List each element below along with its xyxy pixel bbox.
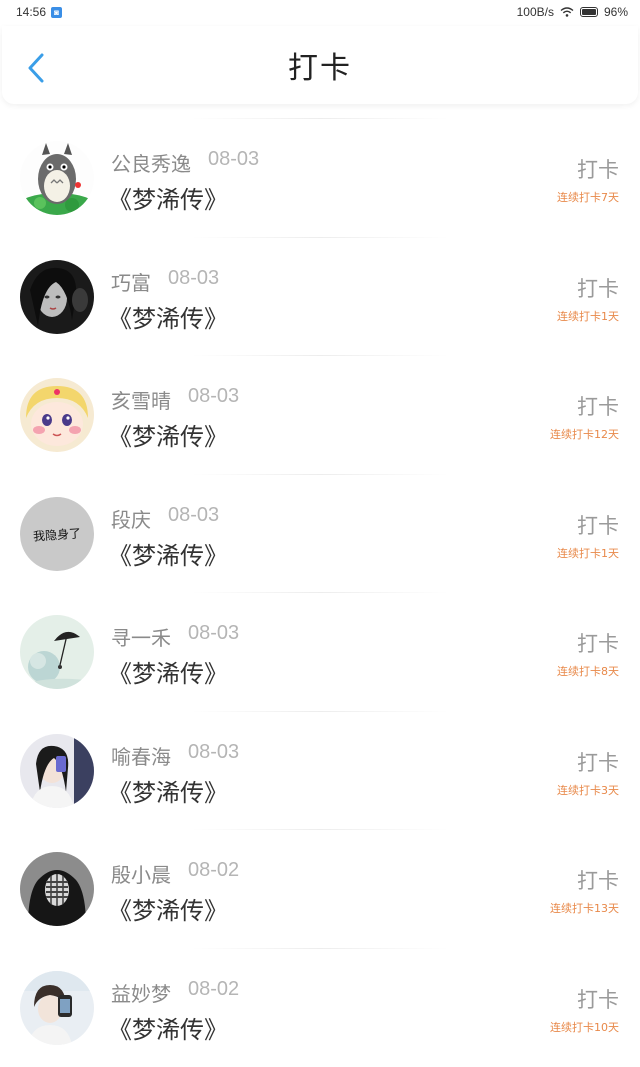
divider	[190, 829, 450, 830]
status-bar: 14:56 ◙ 100B/s 96%	[0, 0, 640, 24]
post-date: 08-02	[188, 977, 240, 1000]
list-item[interactable]: 益妙梦 08-02 《梦浠传》 打卡 连续打卡10天	[0, 947, 640, 1067]
user-name[interactable]: 亥雪晴	[111, 385, 171, 414]
checkin-label: 打卡	[577, 750, 619, 775]
status-left: 14:56 ◙	[16, 5, 63, 19]
streak-text: 连续打卡1天	[557, 309, 619, 323]
cartoon-girl-avatar[interactable]	[20, 378, 94, 452]
post-date: 08-03	[188, 385, 240, 407]
page-title: 打卡	[288, 51, 352, 86]
list-item[interactable]: 亥雪晴 08-03 《梦浠传》 打卡 连续打卡12天	[0, 355, 640, 474]
user-name[interactable]: 巧富	[111, 267, 151, 296]
divider	[190, 947, 450, 949]
list-item[interactable]: 殷小晨 08-02 《梦浠传》 打卡 连续打卡13天	[0, 829, 640, 948]
book-title[interactable]: 《梦浠传》	[108, 773, 228, 808]
mirror-selfie-avatar[interactable]	[20, 970, 94, 1045]
status-right: 100B/s 96%	[517, 5, 628, 19]
hooded-mask-avatar[interactable]	[20, 852, 94, 926]
divider	[190, 118, 450, 119]
checkin-label: 打卡	[577, 276, 619, 301]
status-time: 14:56	[16, 5, 47, 19]
post-date: 08-03	[188, 622, 240, 644]
checkin-label: 打卡	[577, 395, 619, 419]
post-date: 08-02	[188, 859, 240, 881]
back-button[interactable]	[22, 48, 50, 88]
list-item[interactable]: 公良秀逸 08-03 《梦浠传》 打卡 连续打卡7天	[0, 118, 640, 237]
list-item[interactable]: 我隐身了 段庆 08-03 《梦浠传》 打卡 连续打卡1天	[0, 473, 640, 593]
post-date: 08-03	[168, 266, 220, 289]
umbrella-avatar[interactable]	[20, 615, 94, 689]
selfie-avatar[interactable]	[20, 733, 94, 808]
divider	[190, 473, 450, 475]
book-title[interactable]: 《梦浠传》	[108, 891, 228, 926]
book-title[interactable]: 《梦浠传》	[108, 536, 228, 571]
list-item[interactable]: 寻一禾 08-03 《梦浠传》 打卡 连续打卡8天	[0, 592, 640, 711]
divider	[190, 710, 450, 712]
streak-text: 连续打卡3天	[557, 783, 619, 797]
divider	[190, 236, 450, 238]
totoro-avatar[interactable]	[20, 141, 94, 215]
list-item[interactable]: 喻春海 08-03 《梦浠传》 打卡 连续打卡3天	[0, 710, 640, 830]
post-date: 08-03	[208, 148, 260, 170]
divider	[190, 355, 450, 356]
user-name[interactable]: 公良秀逸	[111, 148, 191, 177]
checkin-label: 打卡	[577, 632, 619, 656]
battery-icon	[579, 7, 598, 17]
book-title[interactable]: 《梦浠传》	[108, 417, 228, 452]
checkin-label: 打卡	[577, 987, 619, 1012]
network-speed: 100B/s	[516, 5, 554, 19]
streak-text: 连续打卡1天	[557, 546, 619, 560]
list-item[interactable]: 巧富 08-03 《梦浠传》 打卡 连续打卡1天	[0, 236, 640, 356]
streak-text: 连续打卡10天	[550, 1020, 619, 1034]
checkin-label: 打卡	[577, 869, 619, 893]
post-date: 08-03	[188, 740, 240, 763]
checkin-list: 公良秀逸 08-03 《梦浠传》 打卡 连续打卡7天 巧富 08-03 《梦浠传…	[0, 118, 640, 1066]
checkin-label: 打卡	[577, 513, 619, 538]
user-name[interactable]: 段庆	[111, 504, 151, 533]
notification-app-icon: ◙	[51, 6, 63, 18]
user-name[interactable]: 寻一禾	[111, 622, 171, 651]
dark-portrait-avatar[interactable]	[20, 259, 94, 334]
book-title[interactable]: 《梦浠传》	[108, 654, 228, 689]
user-name[interactable]: 喻春海	[111, 741, 171, 770]
divider	[190, 592, 450, 593]
chevron-left-icon	[28, 53, 44, 83]
post-date: 08-03	[168, 503, 220, 526]
book-title[interactable]: 《梦浠传》	[108, 299, 228, 334]
checkin-label: 打卡	[577, 158, 619, 182]
book-title[interactable]: 《梦浠传》	[108, 180, 228, 215]
header: 打卡	[2, 26, 638, 104]
book-title[interactable]: 《梦浠传》	[108, 1010, 228, 1045]
streak-text: 连续打卡8天	[557, 665, 619, 678]
streak-text: 连续打卡12天	[550, 428, 619, 441]
battery-percent: 96%	[603, 5, 628, 19]
wifi-icon	[560, 7, 574, 17]
user-name[interactable]: 殷小晨	[111, 859, 171, 888]
streak-text: 连续打卡7天	[557, 191, 619, 204]
streak-text: 连续打卡13天	[550, 902, 619, 915]
user-name[interactable]: 益妙梦	[111, 978, 171, 1007]
avatar-text: 我隐身了	[20, 496, 94, 571]
text-avatar[interactable]: 我隐身了	[20, 496, 94, 571]
